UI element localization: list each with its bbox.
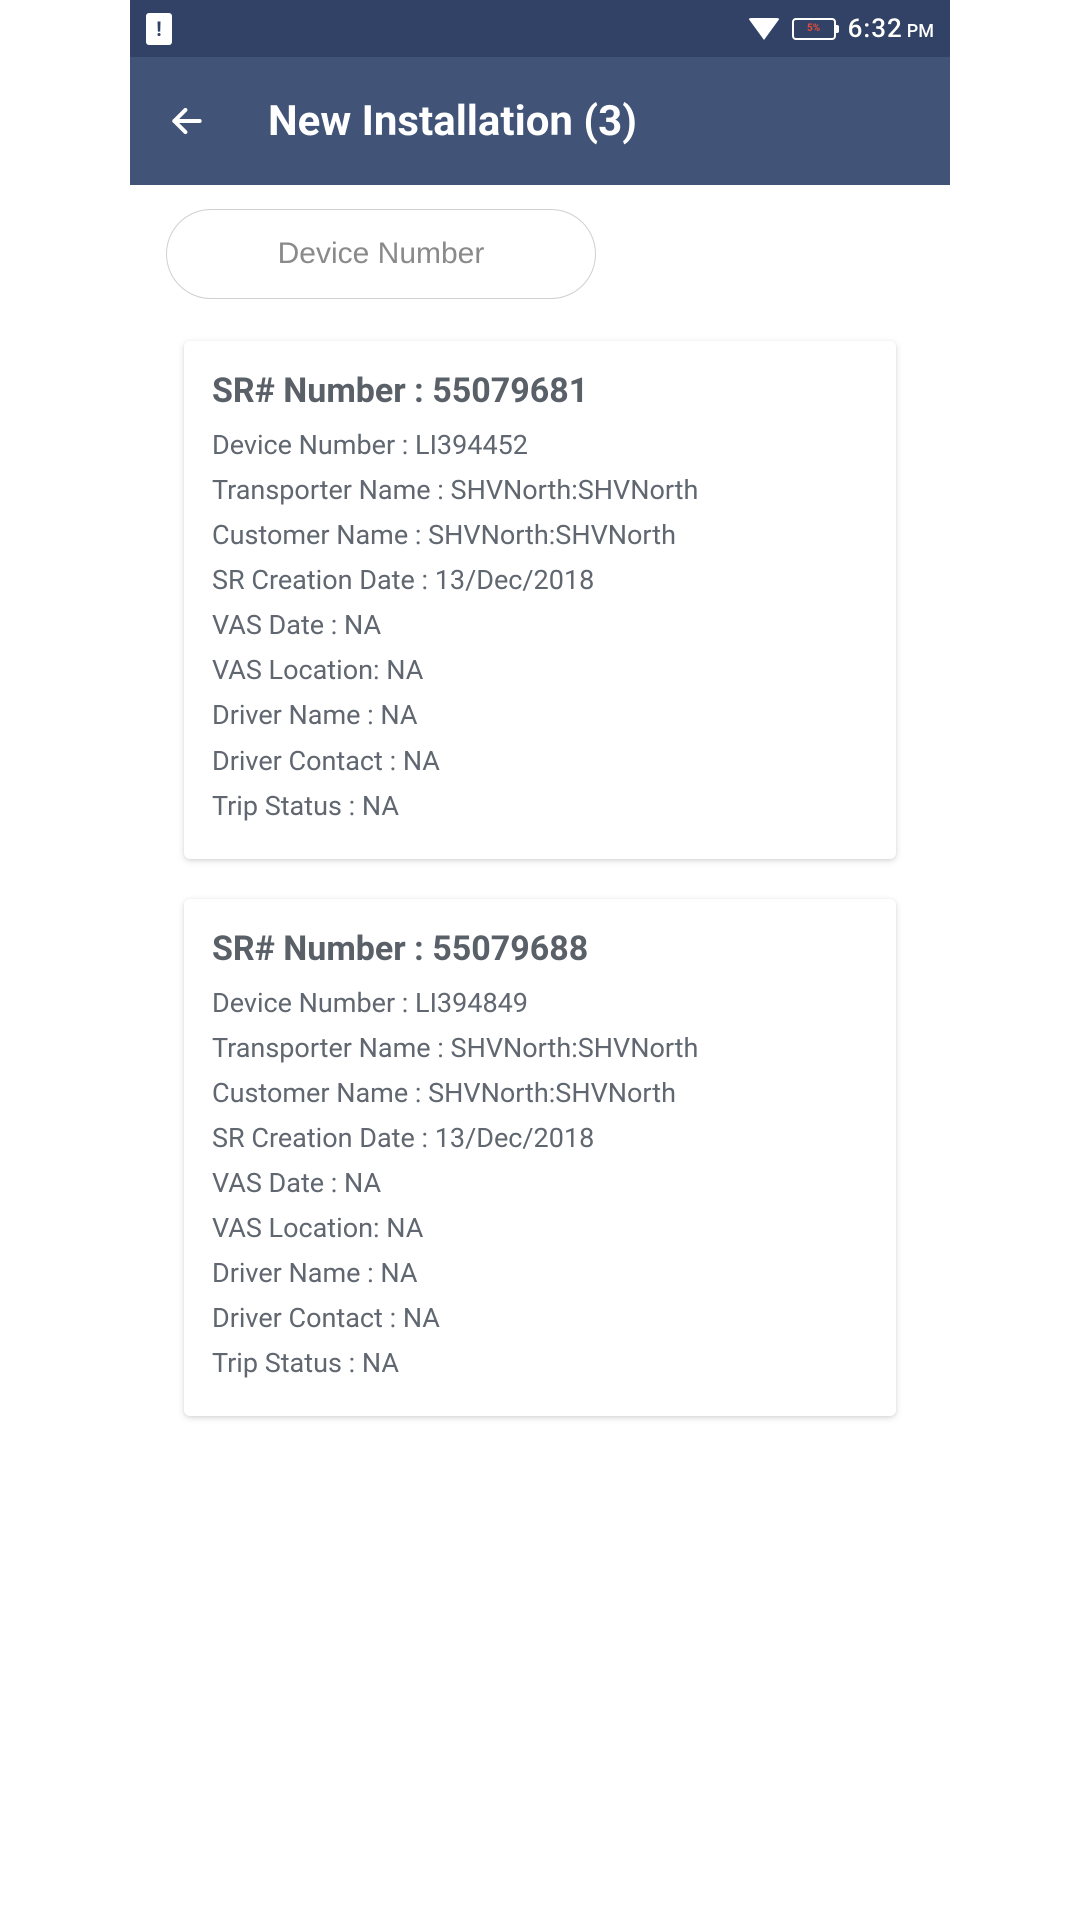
vas-date-row: VAS Date : NA	[212, 603, 868, 648]
device-number-value: LI394452	[415, 429, 528, 461]
transporter-name-label: Transporter Name :	[212, 474, 451, 506]
notification-icon	[146, 13, 172, 45]
driver-contact-label: Driver Contact :	[212, 745, 403, 777]
sr-number-header: SR# Number : 55079688	[212, 929, 868, 969]
back-arrow-icon	[168, 102, 206, 140]
driver-contact-value: NA	[403, 745, 440, 777]
device-number-value: LI394849	[415, 987, 528, 1019]
status-right: 5% 6:32 PM	[748, 14, 934, 44]
vas-date-label: VAS Date :	[212, 609, 344, 641]
wifi-icon	[748, 18, 780, 40]
driver-contact-row: Driver Contact : NA	[212, 1296, 868, 1341]
device-number-row: Device Number : LI394452	[212, 423, 868, 468]
sr-creation-date-row: SR Creation Date : 13/Dec/2018	[212, 558, 868, 603]
time-value: 6:32	[848, 14, 903, 44]
trip-status-value: NA	[362, 1347, 399, 1379]
battery-icon: 5%	[792, 18, 836, 40]
status-left	[146, 13, 172, 45]
driver-name-row: Driver Name : NA	[212, 693, 868, 738]
driver-contact-value: NA	[403, 1302, 440, 1334]
installation-card[interactable]: SR# Number : 55079688 Device Number : LI…	[184, 899, 896, 1417]
time-pm: PM	[907, 21, 934, 42]
customer-name-label: Customer Name :	[212, 1077, 428, 1109]
transporter-name-value: SHVNorth:SHVNorth	[451, 1032, 699, 1064]
trip-status-row: Trip Status : NA	[212, 1341, 868, 1386]
customer-name-row: Customer Name : SHVNorth:SHVNorth	[212, 1071, 868, 1116]
device-number-label: Device Number :	[212, 987, 415, 1019]
status-bar: 5% 6:32 PM	[130, 0, 950, 57]
transporter-name-label: Transporter Name :	[212, 1032, 451, 1064]
transporter-name-value: SHVNorth:SHVNorth	[451, 474, 699, 506]
trip-status-row: Trip Status : NA	[212, 784, 868, 829]
page-title: New Installation (3)	[268, 97, 637, 146]
sr-number-value: 55079681	[432, 371, 588, 411]
device-number-row: Device Number : LI394849	[212, 981, 868, 1026]
sr-creation-date-row: SR Creation Date : 13/Dec/2018	[212, 1116, 868, 1161]
device-number-input[interactable]	[166, 209, 596, 299]
sr-creation-date-value: 13/Dec/2018	[435, 564, 595, 596]
customer-name-value: SHVNorth:SHVNorth	[428, 1077, 676, 1109]
customer-name-row: Customer Name : SHVNorth:SHVNorth	[212, 513, 868, 558]
sr-creation-date-label: SR Creation Date :	[212, 1122, 435, 1154]
app-bar: New Installation (3)	[130, 57, 950, 185]
trip-status-value: NA	[362, 790, 399, 822]
back-button[interactable]	[166, 100, 208, 142]
transporter-name-row: Transporter Name : SHVNorth:SHVNorth	[212, 468, 868, 513]
driver-name-row: Driver Name : NA	[212, 1251, 868, 1296]
device-number-label: Device Number :	[212, 429, 415, 461]
vas-location-row: VAS Location: NA	[212, 648, 868, 693]
vas-location-label: VAS Location:	[212, 1212, 386, 1244]
sr-creation-date-label: SR Creation Date :	[212, 564, 435, 596]
vas-date-row: VAS Date : NA	[212, 1161, 868, 1206]
content-area: SR# Number : 55079681 Device Number : LI…	[130, 185, 950, 1480]
trip-status-label: Trip Status :	[212, 1347, 362, 1379]
customer-name-value: SHVNorth:SHVNorth	[428, 519, 676, 551]
vas-date-label: VAS Date :	[212, 1167, 344, 1199]
battery-percent: 5%	[807, 23, 820, 34]
vas-location-row: VAS Location: NA	[212, 1206, 868, 1251]
transporter-name-row: Transporter Name : SHVNorth:SHVNorth	[212, 1026, 868, 1071]
driver-name-label: Driver Name :	[212, 699, 380, 731]
sr-number-label: SR# Number :	[212, 929, 432, 969]
vas-location-value: NA	[386, 654, 423, 686]
sr-number-header: SR# Number : 55079681	[212, 371, 868, 411]
cards-container: SR# Number : 55079681 Device Number : LI…	[166, 341, 914, 1416]
sr-number-value: 55079688	[432, 929, 588, 969]
sr-creation-date-value: 13/Dec/2018	[435, 1122, 595, 1154]
customer-name-label: Customer Name :	[212, 519, 428, 551]
vas-location-value: NA	[386, 1212, 423, 1244]
driver-name-value: NA	[380, 699, 417, 731]
trip-status-label: Trip Status :	[212, 790, 362, 822]
vas-location-label: VAS Location:	[212, 654, 386, 686]
vas-date-value: NA	[344, 1167, 381, 1199]
driver-contact-row: Driver Contact : NA	[212, 739, 868, 784]
sr-number-label: SR# Number :	[212, 371, 432, 411]
driver-contact-label: Driver Contact :	[212, 1302, 403, 1334]
driver-name-label: Driver Name :	[212, 1257, 380, 1289]
installation-card[interactable]: SR# Number : 55079681 Device Number : LI…	[184, 341, 896, 859]
driver-name-value: NA	[380, 1257, 417, 1289]
vas-date-value: NA	[344, 609, 381, 641]
status-time: 6:32 PM	[848, 14, 934, 44]
